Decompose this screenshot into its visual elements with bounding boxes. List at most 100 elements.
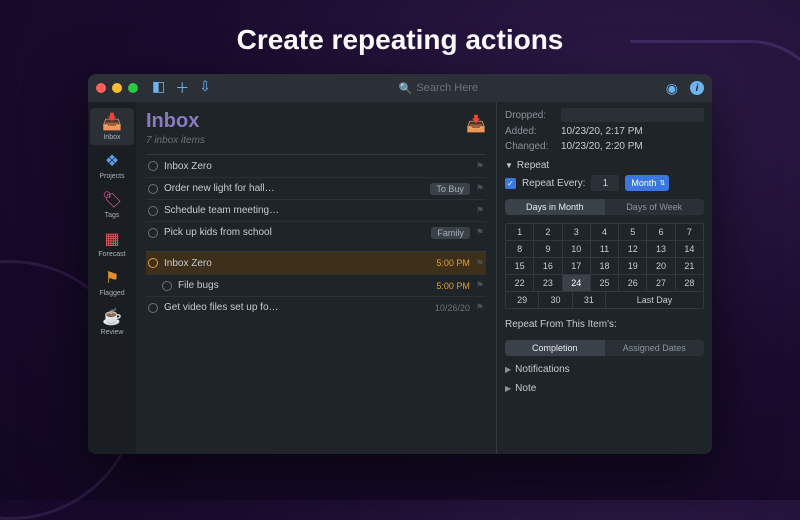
changed-value: 10/23/20, 2:20 PM — [561, 141, 643, 152]
minimize-icon[interactable] — [112, 83, 122, 93]
repeat-section-header[interactable]: ▼ Repeat — [505, 160, 704, 171]
sidebar-item-label: Forecast — [98, 251, 125, 258]
calendar-day-4[interactable]: 4 — [591, 224, 619, 241]
calendar-last-day[interactable]: Last Day — [606, 292, 703, 308]
repeat-every-value[interactable]: 1 — [591, 175, 619, 191]
calendar-day-25[interactable]: 25 — [591, 275, 619, 292]
calendar-day-7[interactable]: 7 — [676, 224, 703, 241]
task-status-circle[interactable] — [148, 184, 158, 194]
calendar-day-3[interactable]: 3 — [563, 224, 591, 241]
inbox-tray-icon[interactable]: 📥 — [466, 114, 486, 134]
flag-icon[interactable]: ⚑ — [476, 205, 484, 216]
calendar-day-5[interactable]: 5 — [619, 224, 647, 241]
task-row[interactable]: Order new light for hall… To Buy ⚑ — [146, 177, 486, 199]
dropped-field[interactable] — [561, 108, 704, 122]
task-status-circle[interactable] — [148, 258, 158, 268]
notifications-section-header[interactable]: ▶ Notifications — [505, 364, 704, 375]
quick-entry-icon[interactable]: ⇩ — [199, 78, 211, 98]
sidebar-item-flagged[interactable]: ⚑Flagged — [90, 264, 134, 301]
calendar-day-30[interactable]: 30 — [539, 292, 572, 308]
calendar-day-17[interactable]: 17 — [563, 258, 591, 275]
added-label: Added: — [505, 126, 555, 137]
calendar-day-14[interactable]: 14 — [676, 241, 703, 258]
segment-completion[interactable]: Completion — [505, 340, 605, 356]
task-title: Inbox Zero — [164, 258, 430, 269]
task-status-circle[interactable] — [148, 228, 158, 238]
calendar-day-12[interactable]: 12 — [619, 241, 647, 258]
task-row[interactable]: Get video files set up fo…10/26/20⚑ — [146, 296, 486, 318]
flag-icon[interactable]: ⚑ — [476, 227, 484, 238]
task-status-circle[interactable] — [148, 303, 158, 313]
flag-icon[interactable]: ⚑ — [476, 280, 484, 291]
note-section-header[interactable]: ▶ Note — [505, 383, 704, 394]
calendar-day-1[interactable]: 1 — [506, 224, 534, 241]
repeat-checkbox[interactable]: ✓ — [505, 178, 516, 189]
repeat-label: Repeat — [517, 160, 549, 171]
calendar-day-31[interactable]: 31 — [573, 292, 606, 308]
task-row[interactable]: Inbox Zero⚑ — [146, 155, 486, 177]
flag-icon[interactable]: ⚑ — [476, 258, 484, 269]
task-status-circle[interactable] — [148, 161, 158, 171]
task-status-circle[interactable] — [162, 281, 172, 291]
task-tag[interactable]: To Buy — [430, 183, 470, 195]
calendar-day-19[interactable]: 19 — [619, 258, 647, 275]
task-title: File bugs — [178, 280, 430, 291]
segment-assigned-dates[interactable]: Assigned Dates — [605, 340, 705, 356]
calendar-day-11[interactable]: 11 — [591, 241, 619, 258]
calendar-day-13[interactable]: 13 — [647, 241, 675, 258]
calendar-day-15[interactable]: 15 — [506, 258, 534, 275]
task-row[interactable]: Schedule team meeting…⚑ — [146, 199, 486, 221]
calendar-day-29[interactable]: 29 — [506, 292, 539, 308]
sidebar-item-projects[interactable]: ❖Projects — [90, 147, 134, 184]
task-title: Order new light for hall… — [164, 183, 424, 194]
calendar-day-18[interactable]: 18 — [591, 258, 619, 275]
inspector-toggle-icon[interactable]: i — [690, 81, 704, 95]
calendar-day-23[interactable]: 23 — [534, 275, 562, 292]
sidebar-toggle-icon[interactable]: ◧ — [152, 78, 165, 98]
added-value: 10/23/20, 2:17 PM — [561, 126, 643, 137]
main-title: Inbox — [146, 110, 205, 133]
calendar-day-8[interactable]: 8 — [506, 241, 534, 258]
flag-icon[interactable]: ⚑ — [476, 183, 484, 194]
page-headline: Create repeating actions — [0, 24, 800, 56]
task-due-time: 5:00 PM — [436, 281, 470, 291]
sidebar-item-label: Projects — [99, 173, 124, 180]
calendar-day-28[interactable]: 28 — [676, 275, 703, 292]
inbox-icon: 📥 — [102, 112, 122, 132]
close-icon[interactable] — [96, 83, 106, 93]
zoom-icon[interactable] — [128, 83, 138, 93]
calendar-day-16[interactable]: 16 — [534, 258, 562, 275]
calendar-day-6[interactable]: 6 — [647, 224, 675, 241]
calendar-day-26[interactable]: 26 — [619, 275, 647, 292]
calendar-day-24[interactable]: 24 — [563, 275, 591, 292]
flag-icon[interactable]: ⚑ — [476, 302, 484, 313]
new-item-icon[interactable]: ＋ — [175, 78, 189, 98]
repeat-unit-select[interactable]: Month ⇅ — [625, 175, 669, 191]
search-icon: 🔍 — [399, 82, 413, 95]
sidebar-item-forecast[interactable]: ▦Forecast — [90, 225, 134, 262]
calendar-day-2[interactable]: 2 — [534, 224, 562, 241]
task-row[interactable]: File bugs 5:00 PM ⚑ — [146, 274, 486, 296]
calendar-day-10[interactable]: 10 — [563, 241, 591, 258]
sidebar-item-label: Review — [101, 329, 124, 336]
view-icon[interactable]: ◉ — [666, 80, 678, 97]
task-status-circle[interactable] — [148, 206, 158, 216]
calendar-day-21[interactable]: 21 — [676, 258, 703, 275]
disclosure-triangle-icon: ▼ — [505, 161, 513, 170]
sidebar-item-tags[interactable]: 🏷Tags — [90, 186, 134, 223]
calendar-day-20[interactable]: 20 — [647, 258, 675, 275]
task-tag[interactable]: Family — [431, 227, 470, 239]
segment-days-of-week[interactable]: Days of Week — [605, 199, 705, 215]
segment-days-in-month[interactable]: Days in Month — [505, 199, 605, 215]
task-row[interactable]: Pick up kids from schoolFamily⚑ — [146, 221, 486, 243]
calendar-day-22[interactable]: 22 — [506, 275, 534, 292]
sidebar-item-inbox[interactable]: 📥Inbox — [90, 108, 134, 145]
app-window: ◧ ＋ ⇩ 🔍 Search Here ◉ i 📥Inbox❖Projects🏷… — [88, 74, 712, 454]
sidebar-item-review[interactable]: ☕ Review — [90, 303, 134, 340]
calendar-day-27[interactable]: 27 — [647, 275, 675, 292]
flag-icon[interactable]: ⚑ — [476, 161, 484, 172]
search-input[interactable]: 🔍 Search Here — [399, 82, 478, 95]
task-row[interactable]: Inbox Zero5:00 PM⚑ — [146, 252, 486, 274]
review-icon: ☕ — [102, 307, 122, 327]
calendar-day-9[interactable]: 9 — [534, 241, 562, 258]
